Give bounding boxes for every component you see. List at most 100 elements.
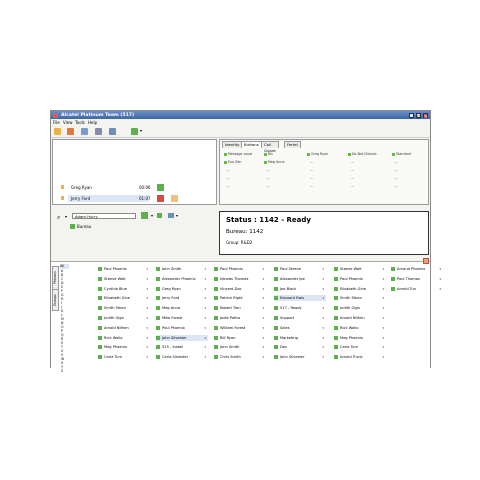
directory-entry[interactable]: Carla Turn ▾ [334, 344, 386, 350]
chevron-down-icon[interactable]: ▾ [382, 325, 384, 331]
directory-entry[interactable]: Arnold Nithen ▾ [98, 325, 150, 331]
chevron-down-icon[interactable]: ▾ [439, 276, 441, 282]
chevron-down-icon[interactable]: ▾ [262, 354, 264, 360]
folder-icon[interactable] [54, 128, 61, 135]
directory-entry[interactable]: Patrick Right ▾ [214, 295, 266, 301]
chevron-down-icon[interactable]: ▾ [262, 305, 264, 311]
chevron-down-icon[interactable]: ▾ [204, 344, 206, 350]
chevron-down-icon[interactable]: ▾ [322, 266, 324, 272]
chevron-down-icon[interactable]: ▾ [204, 286, 206, 292]
directory-entry[interactable]: Smith Taken ▾ [98, 305, 150, 311]
call-icon[interactable] [141, 212, 148, 219]
function-key[interactable]: ... [224, 168, 230, 172]
directory-entry[interactable]: Paul Thomas ▾ [391, 276, 443, 282]
tab-buttons[interactable]: Buttons [241, 141, 262, 148]
function-key[interactable]: Standard [392, 152, 411, 156]
chevron-down-icon[interactable]: ▾ [382, 354, 384, 360]
function-key[interactable]: ... [348, 176, 354, 180]
maximize-button[interactable]: □ [416, 112, 421, 119]
directory-entry[interactable]: Meg Anna ▾ [156, 305, 208, 311]
chevron-down-icon[interactable]: ▾ [204, 295, 206, 301]
function-key[interactable]: ... [348, 168, 354, 172]
function-key[interactable]: ... [224, 184, 230, 188]
directory-entry[interactable]: Paul Phoenix ▾ [98, 266, 150, 272]
chevron-down-icon[interactable]: ▾ [146, 276, 148, 282]
chevron-down-icon[interactable]: ▾ [262, 286, 264, 292]
directory-entry[interactable]: Sales ▾ [274, 325, 326, 331]
directory-entry[interactable]: John Silvester ▾ [274, 354, 326, 360]
chevron-down-icon[interactable]: ▾ [204, 266, 206, 272]
function-key[interactable]: ... [392, 160, 398, 164]
chevron-down-icon[interactable]: ▾ [382, 266, 384, 272]
directory-entry[interactable]: Meg Phoenix ▾ [334, 335, 386, 341]
chevron-down-icon[interactable]: ▾ [146, 315, 148, 321]
function-key[interactable]: ... [392, 168, 398, 172]
directory-entry[interactable]: Steeve Walt ▾ [334, 266, 386, 272]
directory-entry[interactable]: Rick Wallo ▾ [334, 325, 386, 331]
menu-help[interactable]: Help [88, 120, 97, 125]
directory-entry[interactable]: Jodie Paltro ▾ [214, 315, 266, 321]
directory-entry[interactable]: Rick Wallo ▾ [98, 335, 150, 341]
directory-entry[interactable]: Paul Phoenix ▾ [214, 266, 266, 272]
directory-entry[interactable]: Paul Phoenix ▾ [334, 276, 386, 282]
chevron-down-icon[interactable]: ▾ [382, 286, 384, 292]
function-key[interactable]: Bis [264, 152, 273, 156]
directory-entry[interactable]: Arnaud Phoenix ▾ [391, 266, 443, 272]
dial-input[interactable]: Adam Hurry [72, 213, 136, 219]
chevron-down-icon[interactable]: ▾ [382, 335, 384, 341]
chevron-down-icon[interactable]: ▾ [262, 276, 264, 282]
tab-persons[interactable]: Persons [52, 266, 59, 290]
chevron-down-icon[interactable]: ▾ [382, 315, 384, 321]
chevron-down-icon[interactable]: ▾ [322, 315, 324, 321]
chevron-down-icon[interactable]: ▾ [262, 335, 264, 341]
directory-entry[interactable]: 525 - Install ▾ [156, 344, 208, 350]
function-key[interactable]: Greg Ryan [307, 152, 328, 156]
function-key[interactable]: ... [307, 176, 313, 180]
directory-entry[interactable]: Arnold Tux ▾ [391, 286, 443, 292]
function-key[interactable]: ... [307, 168, 313, 172]
chevron-down-icon[interactable]: ▾ [204, 315, 206, 321]
directory-entry[interactable]: Elisabeth Gine ▾ [98, 295, 150, 301]
minimize-button[interactable]: _ [409, 112, 414, 119]
function-key[interactable]: Meg Anna [264, 160, 284, 164]
directory-entry[interactable]: Arnold Trunk ▾ [334, 354, 386, 360]
directory-entry[interactable]: Mike Forest ▾ [156, 315, 208, 321]
forward-icon[interactable] [131, 128, 138, 135]
function-key[interactable]: ... [264, 168, 270, 172]
function-key[interactable]: Eva Zen [224, 160, 241, 164]
directory-entry[interactable]: Vincent Doc ▾ [214, 286, 266, 292]
function-key[interactable]: ... [264, 176, 270, 180]
directory-entry[interactable]: John Silvester ▾ [156, 334, 208, 341]
chevron-down-icon[interactable]: ▾ [322, 344, 324, 350]
directory-entry[interactable]: Nicolas Thomas ▾ [214, 276, 266, 282]
chevron-down-icon[interactable]: ▾ [322, 286, 324, 292]
directory-entry[interactable]: Arnold Nithen ▾ [334, 315, 386, 321]
chevron-down-icon[interactable]: ▾ [146, 335, 148, 341]
tab-fertel[interactable]: Fertel [284, 141, 301, 148]
function-key[interactable]: ... [348, 160, 354, 164]
chevron-down-icon[interactable]: ▾ [439, 286, 441, 292]
function-key[interactable]: ... [348, 184, 354, 188]
directory-entry[interactable]: Greg Ryan ▾ [156, 286, 208, 292]
tab-identity[interactable]: Identity [222, 141, 243, 148]
directory-entry[interactable]: Edouard Ewis ▾ [274, 295, 326, 302]
menu-file[interactable]: File [53, 120, 60, 125]
directory-entry[interactable]: Judith Giga ▾ [334, 305, 386, 311]
chevron-down-icon[interactable]: ▾ [146, 295, 148, 301]
contacts-icon[interactable] [67, 128, 74, 135]
chevron-down-icon[interactable]: ▾ [146, 305, 148, 311]
directory-entry[interactable]: Steeve Walt ▾ [98, 276, 150, 282]
function-key[interactable]: ... [307, 184, 313, 188]
hangup-icon[interactable] [157, 195, 164, 202]
menu-view[interactable]: View [63, 120, 73, 125]
chevron-down-icon[interactable]: ▾ [140, 128, 142, 133]
letter-filter[interactable]: Z [61, 369, 69, 373]
chevron-down-icon[interactable]: ▾ [262, 295, 264, 301]
function-key[interactable]: ... [392, 184, 398, 188]
answer-icon[interactable] [157, 184, 164, 191]
directory-entry[interactable]: Meg Phoenix ▾ [98, 344, 150, 350]
directory-entry[interactable]: William Forest ▾ [214, 325, 266, 331]
chevron-down-icon[interactable]: ▾ [204, 354, 206, 360]
directory-entry[interactable]: Support ▾ [274, 315, 326, 321]
chevron-down-icon[interactable]: ▾ [382, 295, 384, 301]
